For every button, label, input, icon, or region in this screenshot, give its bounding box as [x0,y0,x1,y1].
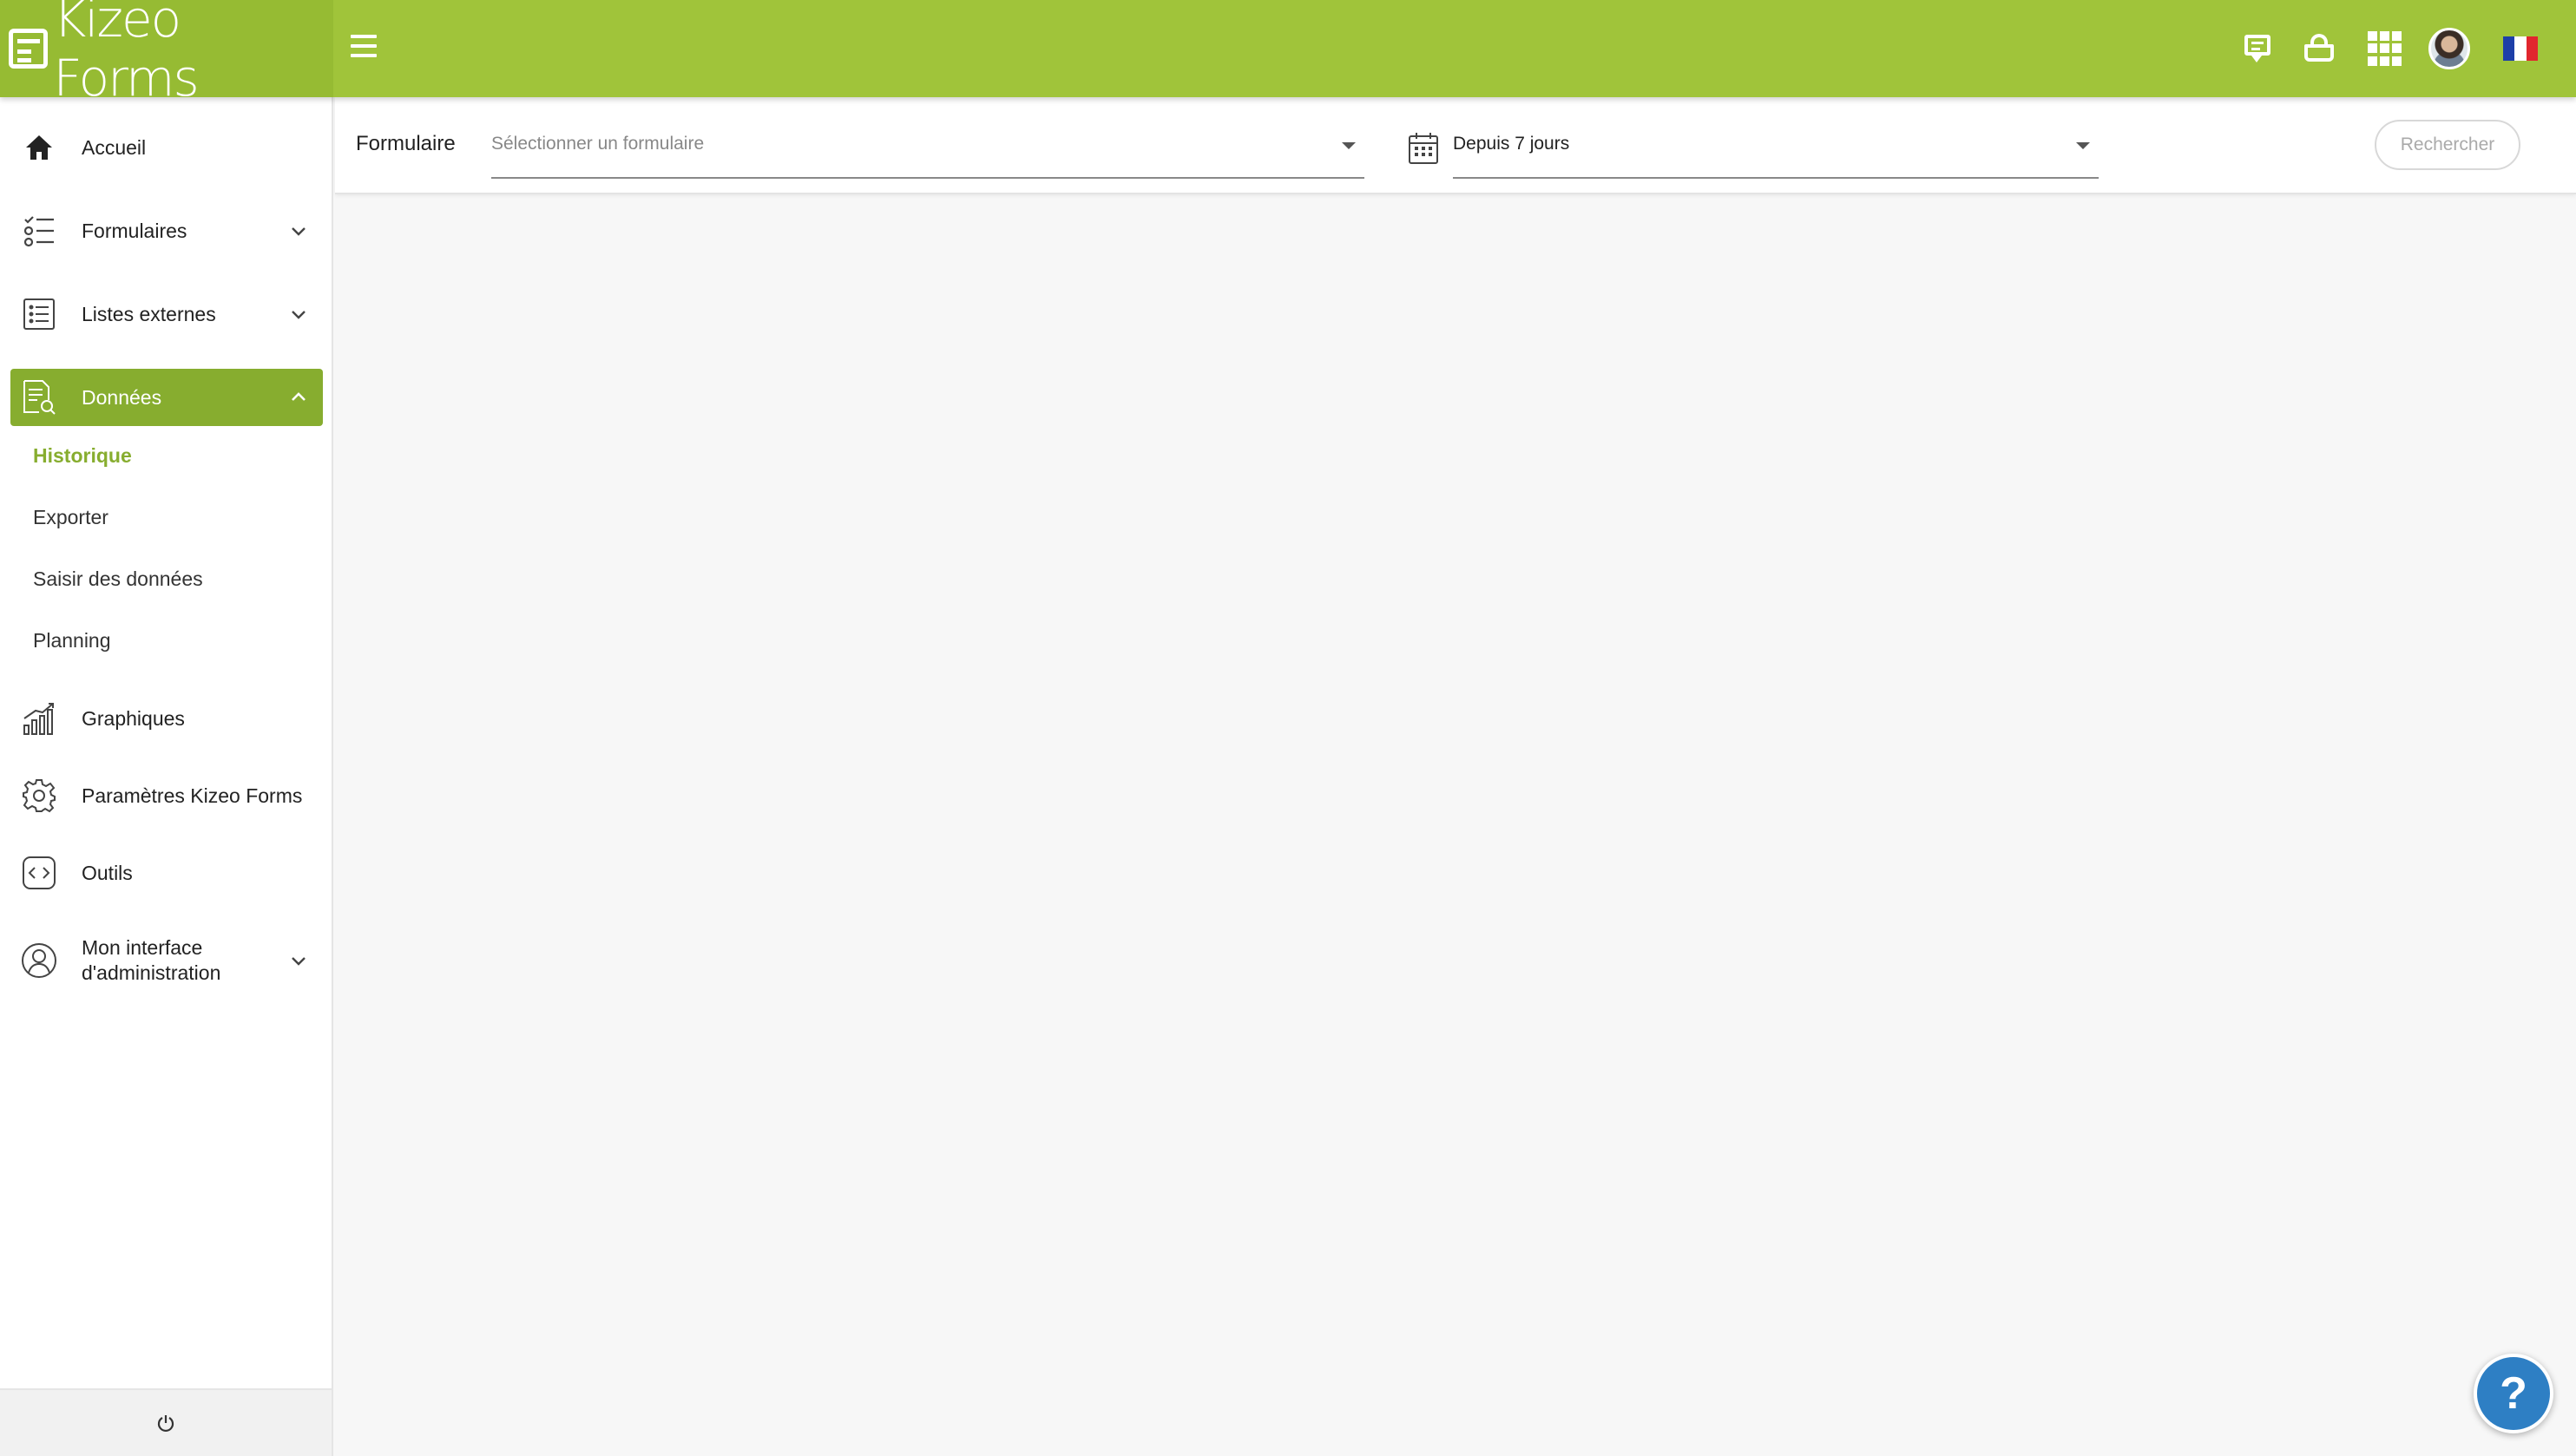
help-button[interactable]: ? [2474,1354,2553,1433]
home-icon [10,119,68,176]
sidebar-item-administration[interactable]: Mon interface d'administration [10,925,323,996]
apps-grid-icon[interactable] [2368,31,2402,66]
user-circle-icon [10,932,68,989]
code-icon [10,844,68,902]
period-select-value: Depuis 7 jours [1453,134,1570,154]
period-select[interactable]: Depuis 7 jours [1453,128,2099,179]
hamburger-menu-icon[interactable] [351,35,377,62]
power-icon [157,1415,174,1433]
sidebar-item-listes-externes[interactable]: Listes externes [10,285,323,343]
external-list-icon [10,285,68,343]
user-avatar[interactable] [2428,28,2470,69]
sidebar-item-label: Données [82,385,162,409]
chevron-down-icon[interactable] [281,297,316,331]
search-button[interactable]: Rechercher [2375,120,2520,170]
sidebar-subitem-exporter[interactable]: Exporter [33,506,108,529]
top-bar: Kizeo Forms [0,0,2576,108]
chevron-down-icon[interactable] [281,213,316,248]
chevron-down-icon[interactable] [281,943,316,978]
sidebar-item-graphiques[interactable]: Graphiques [10,690,323,747]
chat-icon[interactable] [2241,31,2276,66]
french-flag-icon[interactable] [2503,36,2538,61]
gear-icon [10,767,68,824]
sidebar-item-donnees[interactable]: Données [10,369,323,426]
chevron-up-icon[interactable] [281,380,316,415]
form-label: Formulaire [356,132,456,155]
sidebar-subitem-saisir[interactable]: Saisir des données [33,567,203,591]
sidebar-item-label-line1: Mon interface [82,936,203,959]
sidebar-item-label: Formulaires [82,219,187,242]
sidebar: Accueil Formulaires Listes externes Donn… [0,97,333,1456]
sidebar-item-label: Outils [82,861,133,884]
sidebar-item-accueil[interactable]: Accueil [10,119,323,176]
sidebar-item-label: Listes externes [82,302,216,325]
form-select[interactable]: Sélectionner un formulaire [491,128,1364,179]
sidebar-item-label-line2: d'administration [82,961,221,984]
logo-text: Kizeo Forms [53,0,199,108]
sidebar-item-label: Graphiques [82,706,185,730]
sidebar-subitem-planning[interactable]: Planning [33,629,111,653]
caret-down-icon [1342,142,1356,149]
form-select-placeholder: Sélectionner un formulaire [491,134,705,154]
sidebar-item-label: Mon interface d'administration [82,935,281,986]
calendar-icon[interactable] [1408,132,1439,165]
filter-bar: Formulaire Sélectionner un formulaire De… [335,97,2576,194]
logout-button[interactable] [0,1388,332,1456]
form-list-icon [10,202,68,259]
data-search-icon [10,369,68,426]
sidebar-item-label: Accueil [82,135,147,159]
caret-down-icon [2076,142,2090,149]
sidebar-item-formulaires[interactable]: Formulaires [10,202,323,259]
basket-icon[interactable] [2302,31,2336,66]
sidebar-subitem-historique[interactable]: Historique [33,444,132,468]
sidebar-item-label: Paramètres Kizeo Forms [82,784,303,807]
sidebar-item-outils[interactable]: Outils [10,844,323,902]
logo[interactable]: Kizeo Forms [0,0,333,108]
main-content [335,196,2576,1456]
logo-mark-icon [9,29,49,69]
chart-icon [10,690,68,747]
sidebar-item-parametres[interactable]: Paramètres Kizeo Forms [10,767,323,824]
